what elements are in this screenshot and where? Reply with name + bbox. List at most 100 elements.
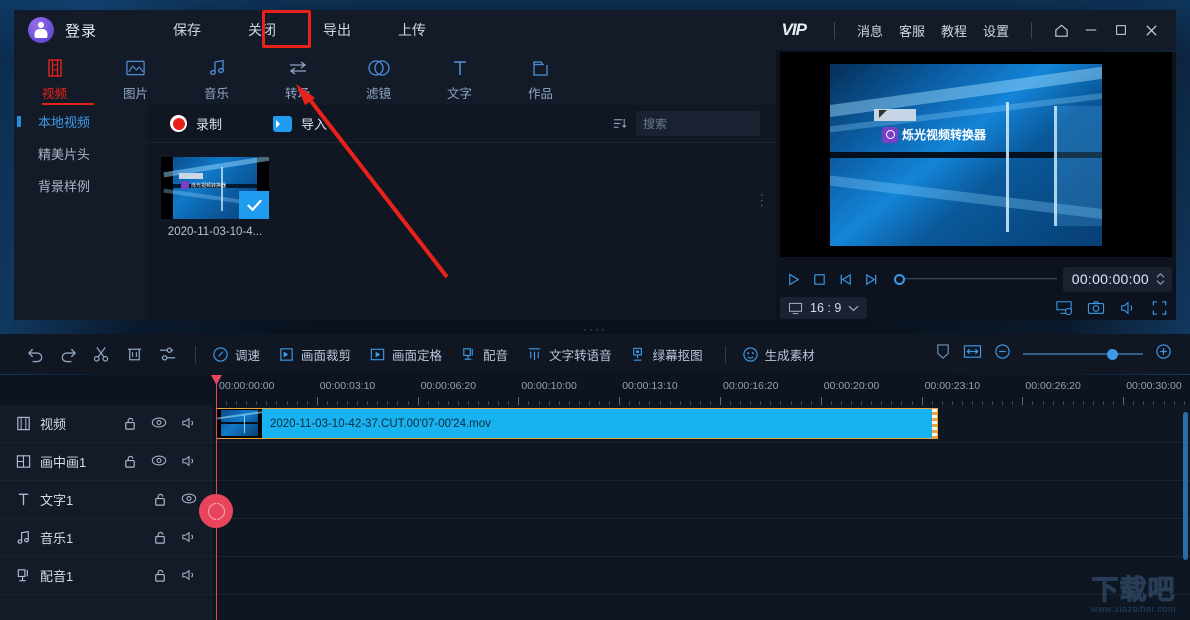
next-frame-icon[interactable]: [858, 266, 884, 292]
lock-icon[interactable]: [153, 568, 167, 583]
menu-messages[interactable]: 消息: [849, 17, 891, 44]
generate-material-button[interactable]: 生成素材: [742, 345, 815, 364]
fullscreen-icon[interactable]: [1151, 300, 1168, 316]
track-lane[interactable]: 2020-11-03-10-42-37.CUT.00'07-00'24.mov: [212, 405, 1190, 442]
maximize-icon[interactable]: [1106, 16, 1136, 44]
delete-trash-icon[interactable]: [125, 345, 144, 363]
menu-close[interactable]: 关闭: [242, 15, 282, 45]
import-button[interactable]: 导入: [264, 114, 327, 133]
eye-icon[interactable]: [151, 416, 167, 431]
snapshot-camera-icon[interactable]: [1087, 300, 1105, 316]
track-row[interactable]: 画中画1: [0, 443, 1190, 481]
library-resize-handle[interactable]: ···: [755, 193, 770, 209]
track-row[interactable]: 文字1: [0, 481, 1190, 519]
dubbing-button[interactable]: 配音: [460, 345, 508, 364]
speed-button[interactable]: 调速: [212, 345, 260, 364]
lock-icon[interactable]: [123, 454, 137, 469]
menu-save[interactable]: 保存: [167, 15, 207, 45]
clip-trim-handle-right[interactable]: [932, 409, 937, 438]
sidebar-item-background[interactable]: 背景样例: [14, 169, 147, 201]
timecode-stepper[interactable]: [1155, 272, 1166, 286]
track-row[interactable]: 音乐1: [0, 519, 1190, 557]
scissors-icon[interactable]: [92, 345, 111, 363]
track-lane[interactable]: [212, 557, 1190, 594]
track-header[interactable]: [0, 595, 212, 620]
speaker-icon[interactable]: [181, 454, 197, 469]
screen-settings-icon[interactable]: [1055, 300, 1073, 316]
play-icon[interactable]: [780, 266, 806, 292]
asset-item[interactable]: 烁光视频转换器 2020-11-03-10-4...: [161, 157, 269, 238]
eye-icon[interactable]: [151, 454, 167, 469]
speaker-icon[interactable]: [181, 568, 197, 583]
lock-icon[interactable]: [153, 530, 167, 545]
menu-tutorial[interactable]: 教程: [933, 17, 975, 44]
tab-filter[interactable]: 滤镜: [338, 53, 419, 102]
menu-support[interactable]: 客服: [891, 17, 933, 44]
search-input[interactable]: [643, 116, 798, 131]
track-lane[interactable]: [212, 595, 1190, 620]
crop-button[interactable]: 画面裁剪: [278, 345, 351, 364]
timecode-box[interactable]: 00:00:00:00: [1062, 266, 1172, 292]
track-lane[interactable]: [212, 519, 1190, 556]
seek-thumb[interactable]: [894, 273, 905, 285]
redo-icon[interactable]: [59, 345, 78, 363]
vip-badge[interactable]: VIP: [782, 20, 807, 40]
green-screen-button[interactable]: 绿幕抠图: [630, 345, 703, 364]
stop-icon[interactable]: [806, 266, 832, 292]
track-row[interactable]: 配音1: [0, 557, 1190, 595]
search-box[interactable]: [636, 111, 798, 136]
track-header[interactable]: 视频: [0, 405, 212, 442]
freeze-frame-button[interactable]: 画面定格: [369, 345, 442, 364]
track-lane[interactable]: [212, 443, 1190, 480]
track-header[interactable]: 音乐1: [0, 519, 212, 556]
zoom-out-icon[interactable]: [994, 343, 1011, 365]
preview-video[interactable]: 烁光视频转换器: [780, 52, 1172, 257]
sidebar-item-local-video[interactable]: 本地视频: [14, 105, 147, 137]
tab-text[interactable]: 文字: [419, 53, 500, 102]
menu-export[interactable]: 导出: [317, 15, 357, 45]
panel-splitter[interactable]: ····: [0, 323, 1190, 335]
zoom-in-icon[interactable]: [1155, 343, 1172, 365]
tab-works[interactable]: 作品: [500, 53, 581, 102]
home-icon[interactable]: [1046, 16, 1076, 44]
track-row-partial[interactable]: [0, 595, 1190, 620]
keyframe-icon[interactable]: [158, 345, 177, 363]
timeline-zoom-slider[interactable]: [1023, 347, 1143, 361]
marker-shield-icon[interactable]: [935, 343, 951, 365]
close-icon[interactable]: [1136, 16, 1166, 44]
text-to-speech-button[interactable]: 文字转语音: [526, 345, 612, 364]
record-button[interactable]: 录制: [161, 114, 222, 133]
fit-width-icon[interactable]: [963, 343, 982, 365]
track-row[interactable]: 视频 2020-11-03-10-42-37.CUT.00'07-00'24.m…: [0, 405, 1190, 443]
track-header[interactable]: 画中画1: [0, 443, 212, 480]
aspect-ratio-selector[interactable]: 16 : 9: [780, 297, 868, 319]
lock-icon[interactable]: [153, 492, 167, 507]
track-header[interactable]: 文字1: [0, 481, 212, 518]
minimize-icon[interactable]: [1076, 16, 1106, 44]
login-label[interactable]: 登录: [65, 20, 97, 41]
track-header[interactable]: 配音1: [0, 557, 212, 594]
prev-frame-icon[interactable]: [832, 266, 858, 292]
timeline-vertical-scrollbar[interactable]: [1183, 412, 1188, 560]
zoom-slider-thumb[interactable]: [1107, 348, 1118, 360]
tab-transition[interactable]: 转场: [257, 53, 338, 102]
undo-icon[interactable]: [26, 345, 45, 363]
user-avatar-icon[interactable]: [28, 17, 54, 43]
track-lane[interactable]: [212, 481, 1190, 518]
timeline-clip[interactable]: 2020-11-03-10-42-37.CUT.00'07-00'24.mov: [216, 408, 938, 439]
lock-icon[interactable]: [123, 416, 137, 431]
speaker-icon[interactable]: [181, 530, 197, 545]
playhead[interactable]: [211, 375, 222, 620]
menu-settings[interactable]: 设置: [975, 17, 1017, 44]
sort-icon[interactable]: [612, 116, 627, 131]
eye-icon[interactable]: [181, 492, 197, 507]
sidebar-item-intro[interactable]: 精美片头: [14, 137, 147, 169]
preview-seek-slider[interactable]: [894, 273, 1057, 285]
speaker-icon[interactable]: [181, 416, 197, 431]
tab-music[interactable]: 音乐: [176, 53, 257, 102]
tab-video[interactable]: 视频: [14, 53, 95, 105]
tab-image[interactable]: 图片: [95, 53, 176, 102]
timeline-ruler[interactable]: 00:00:00:00 00:00:03:10 00:00:06:20 00:00:1…: [0, 375, 1190, 405]
volume-icon[interactable]: [1119, 300, 1137, 316]
menu-upload[interactable]: 上传: [392, 15, 432, 45]
